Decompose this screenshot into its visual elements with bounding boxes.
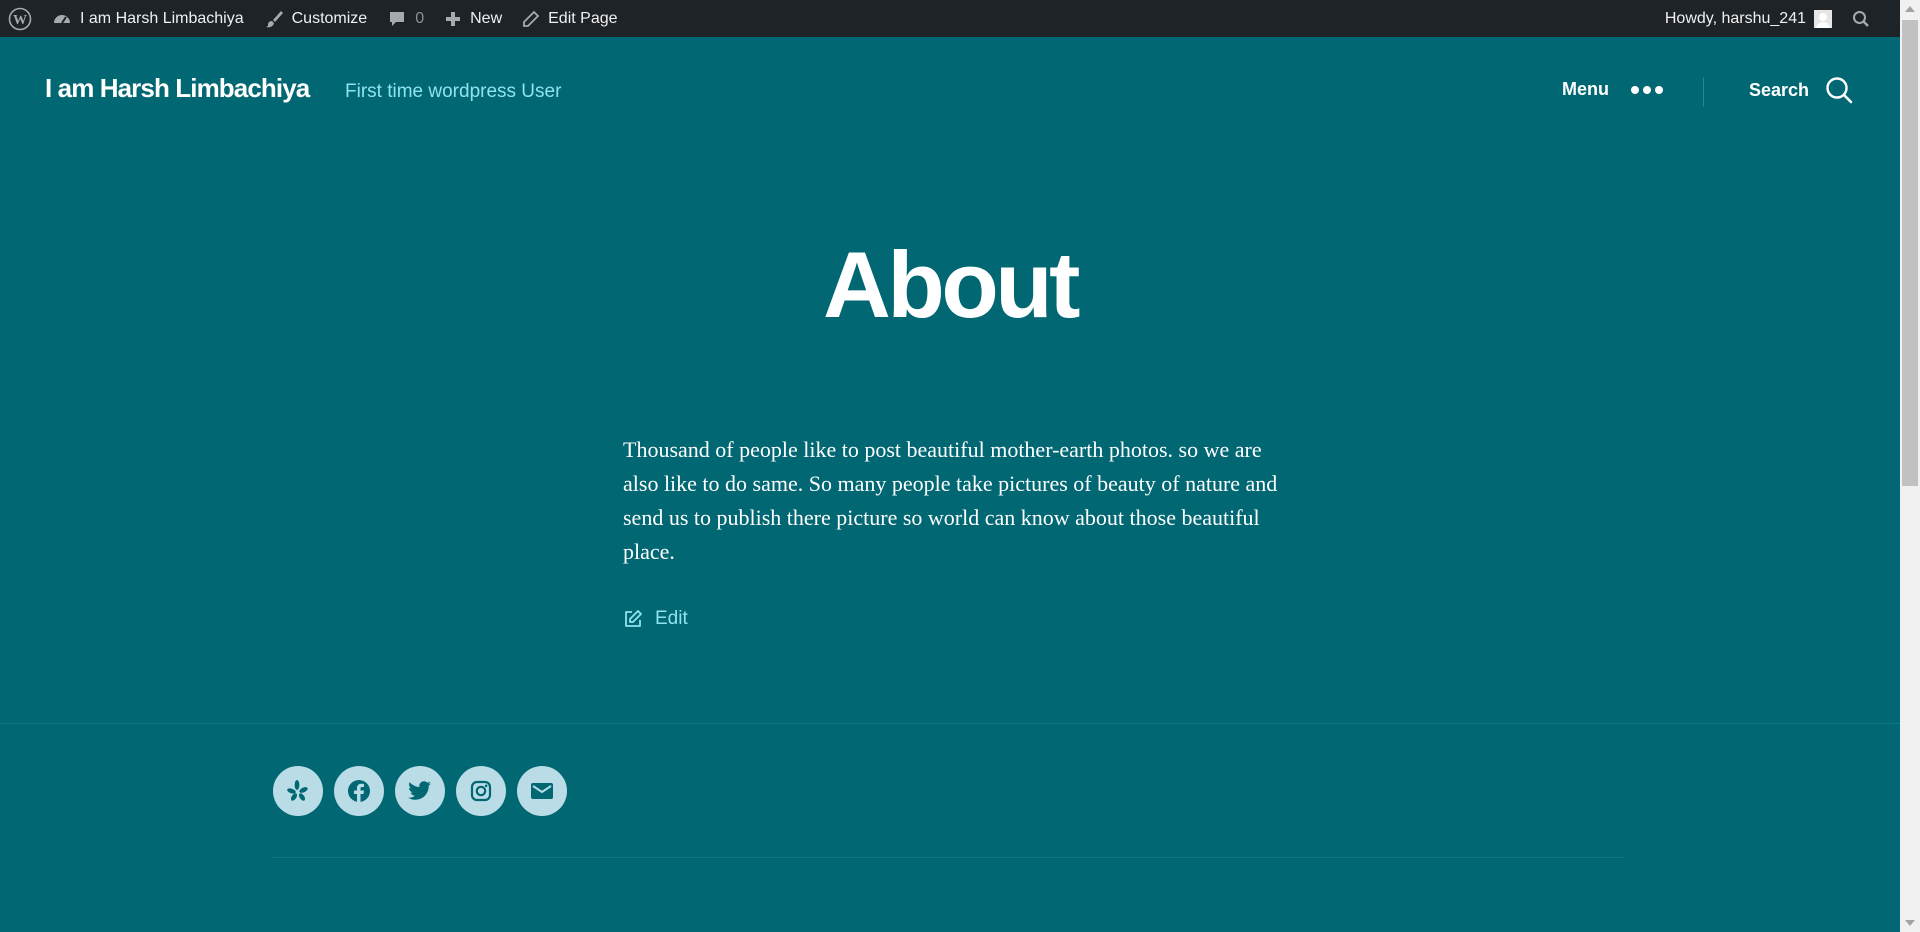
header-separator [1703, 77, 1704, 107]
yelp-icon[interactable] [273, 766, 323, 816]
avatar [1814, 9, 1832, 28]
comments-link[interactable]: 0 [377, 0, 434, 37]
search-label: Search [1749, 79, 1810, 100]
edit-page-label: Edit Page [548, 9, 618, 27]
admin-bar-site-name: I am Harsh Limbachiya [80, 9, 244, 27]
comment-icon [390, 11, 405, 26]
search-icon [1826, 77, 1853, 104]
paintbrush-icon [265, 10, 283, 27]
edit-post-link[interactable]: Edit [623, 608, 688, 630]
footer-inner-divider [273, 857, 1625, 858]
new-content-link[interactable]: New [434, 0, 512, 37]
admin-bar: W I am Harsh Limbachiya Customize 0 New … [0, 0, 1920, 37]
edit-page-link[interactable]: Edit Page [512, 0, 627, 37]
search-toggle-button[interactable]: Search [1749, 76, 1853, 104]
svg-text:W: W [13, 13, 27, 28]
entry-content: Thousand of people like to post beautifu… [623, 437, 1278, 564]
howdy-label: Howdy, harshu_241 [1664, 9, 1806, 27]
comments-count: 0 [415, 9, 425, 27]
social-links [273, 766, 578, 816]
scroll-up-arrow[interactable] [1905, 6, 1915, 12]
menu-toggle-button[interactable]: Menu [1562, 79, 1667, 100]
pencil-icon [523, 10, 540, 27]
edit-label: Edit [655, 608, 688, 629]
site-header: I am Harsh Limbachiya First time wordpre… [0, 37, 1900, 149]
customize-link[interactable]: Customize [254, 0, 378, 37]
adminbar-search-icon[interactable] [1838, 0, 1880, 37]
more-dots-icon [1631, 85, 1667, 94]
scroll-down-arrow[interactable] [1905, 920, 1915, 926]
wordpress-logo-icon[interactable]: W [0, 0, 42, 37]
my-account-link[interactable]: Howdy, harshu_241 [1655, 0, 1838, 37]
site-description: First time wordpress User [345, 81, 562, 102]
facebook-icon[interactable] [334, 766, 384, 816]
page-scrollbar[interactable] [1900, 0, 1920, 932]
new-label: New [470, 9, 503, 27]
customize-label: Customize [291, 9, 368, 27]
twitter-icon[interactable] [395, 766, 445, 816]
site-title[interactable]: I am Harsh Limbachiya [45, 73, 310, 104]
footer-divider [0, 723, 1900, 724]
edit-icon [625, 610, 642, 627]
plus-icon [446, 11, 461, 26]
page-title: About [823, 232, 1080, 337]
dashboard-icon [54, 14, 70, 24]
mail-icon[interactable] [517, 766, 567, 816]
menu-label: Menu [1562, 79, 1609, 99]
admin-bar-site-link[interactable]: I am Harsh Limbachiya [42, 0, 254, 37]
scrollbar-thumb[interactable] [1902, 20, 1918, 486]
instagram-icon[interactable] [456, 766, 506, 816]
